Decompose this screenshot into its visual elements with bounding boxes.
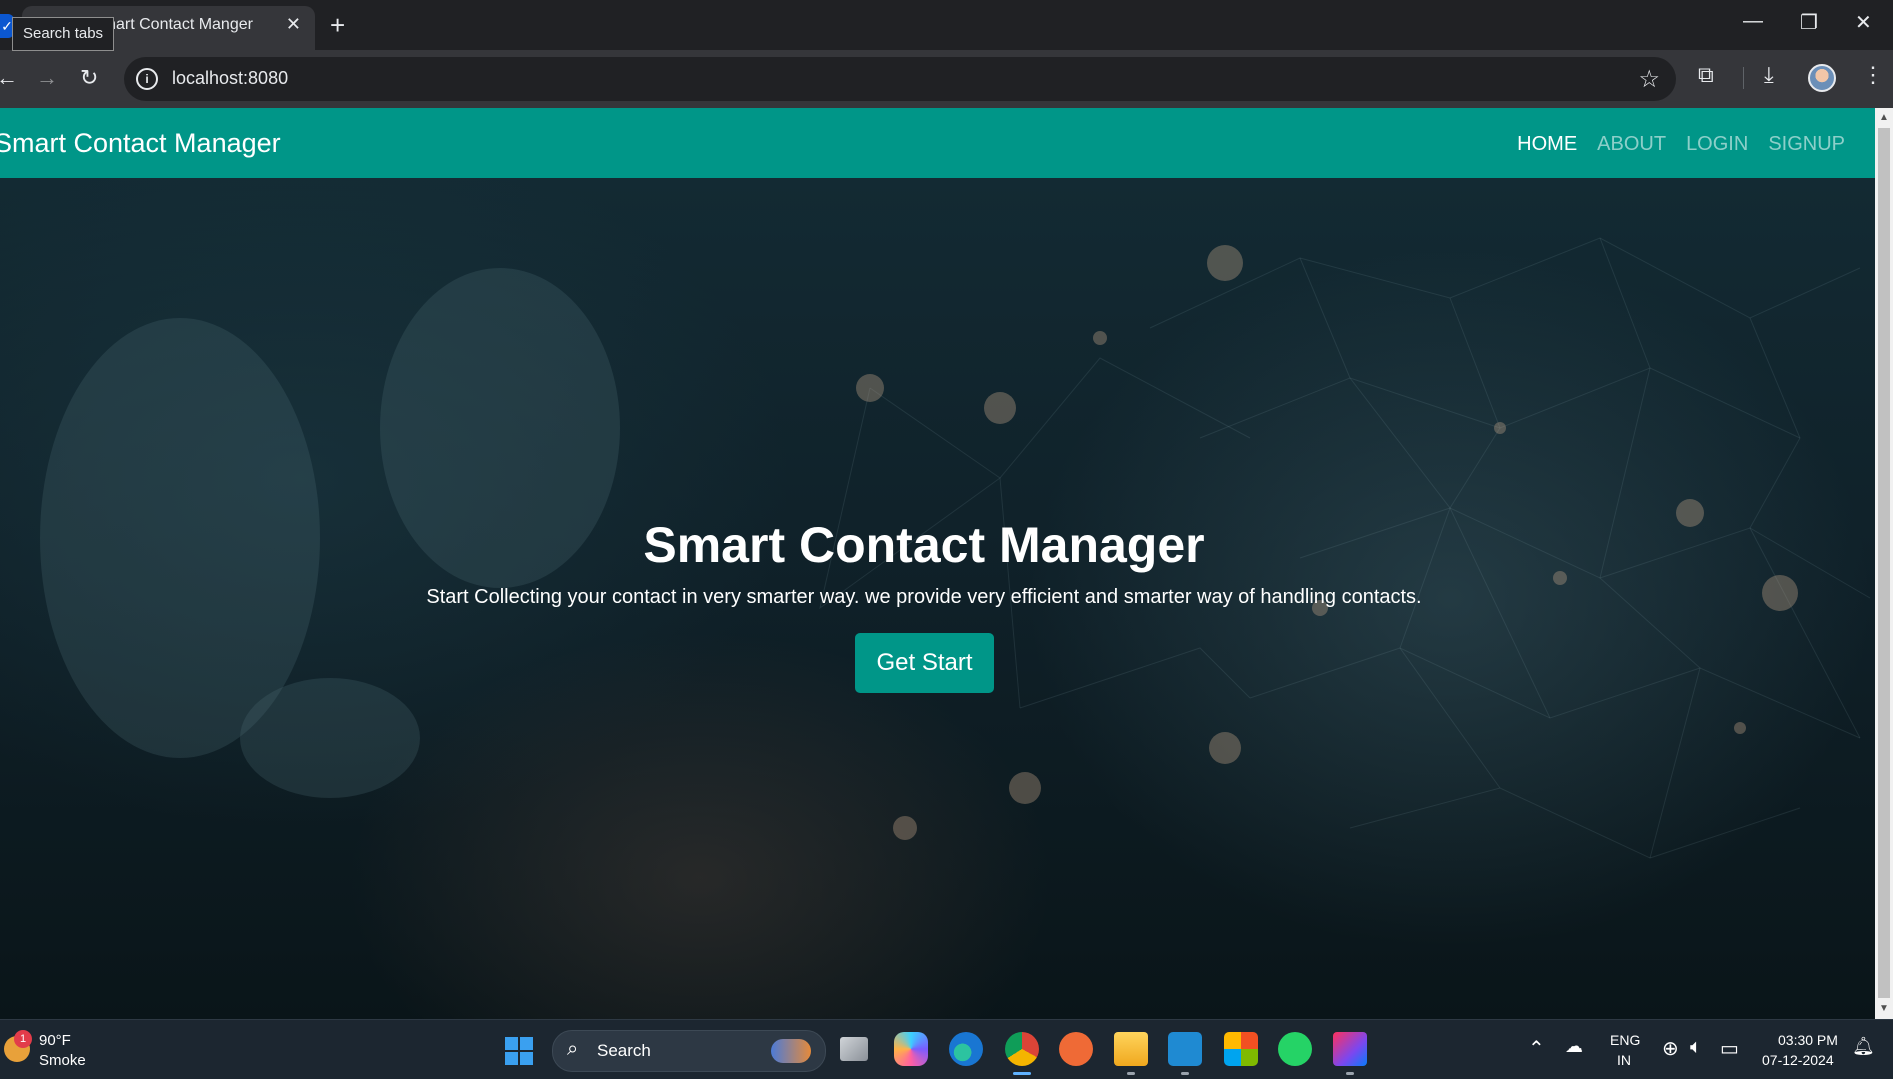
search-tabs-tooltip: Search tabs [12,17,115,51]
hero-subtitle: Start Collecting your contact in very sm… [426,586,1422,608]
extensions-icon[interactable]: ⧉ [1698,62,1714,88]
scrollbar-thumb[interactable] [1878,128,1890,998]
toolbar-divider [1743,67,1744,89]
scroll-down-icon[interactable]: ▼ [1879,1003,1889,1014]
language-indicator-line1[interactable]: ENG [1610,1032,1640,1048]
site-info-icon[interactable]: i [136,68,158,90]
tab-title: Smart Contact Manger [92,16,253,33]
windows-taskbar: 1 90°F Smoke ⌕ Search ⌃ ☁ ENG IN ⊕ 🔈︎ ▭ … [0,1019,1893,1079]
scroll-up-icon[interactable]: ▲ [1879,112,1889,123]
nav-link-home[interactable]: HOME [1517,133,1577,156]
microsoft-store-icon[interactable] [1224,1032,1258,1066]
nav-links: HOME ABOUT LOGIN SIGNUP [1517,133,1845,156]
search-highlight-icon [771,1039,811,1063]
url-text[interactable]: localhost:8080 [172,68,288,89]
notification-bell-icon[interactable]: 🔔︎ [1852,1036,1875,1057]
close-window-button[interactable]: ✕ [1855,10,1872,35]
intellij-running-indicator [1346,1072,1354,1075]
page-viewport: Smart Contact Manager HOME ABOUT LOGIN S… [0,108,1875,1019]
chrome-running-indicator [1013,1072,1031,1075]
minimize-button[interactable]: — [1743,10,1763,33]
browser-toolbar: ← → ↻ i localhost:8080 ☆ ⧉ ⤓ ⋮ [0,50,1893,108]
get-start-button[interactable]: Get Start [855,633,994,693]
volume-icon[interactable]: 🔈︎ [1690,1036,1702,1059]
site-navbar: Smart Contact Manager HOME ABOUT LOGIN S… [0,108,1875,178]
file-explorer-icon[interactable] [1114,1032,1148,1066]
show-hidden-icons-chevron-icon[interactable]: ⌃ [1528,1036,1545,1061]
reload-icon[interactable]: ↻ [80,64,98,92]
nav-link-about[interactable]: ABOUT [1597,133,1666,156]
download-icon[interactable]: ⤓ [1764,62,1774,88]
search-icon: ⌕ [567,1038,579,1060]
weather-condition: Smoke [39,1052,86,1069]
network-icon[interactable]: ⊕ [1662,1036,1679,1061]
intellij-icon[interactable] [1333,1032,1367,1066]
tab-strip: ✓ Smart Contact Manger ✕ Search tabs + —… [0,0,1893,51]
task-view-icon[interactable] [840,1037,868,1061]
vscode-running-indicator [1181,1072,1189,1075]
address-bar[interactable]: i localhost:8080 ☆ [124,57,1676,101]
file-explorer-running-indicator [1127,1072,1135,1075]
edge-icon[interactable] [949,1032,983,1066]
copilot-icon[interactable] [894,1032,928,1066]
onedrive-icon[interactable]: ☁ [1565,1036,1583,1057]
nav-link-signup[interactable]: SIGNUP [1768,133,1845,156]
vscode-icon[interactable] [1168,1032,1202,1066]
clock-date[interactable]: 07-12-2024 [1762,1052,1834,1068]
more-menu-icon[interactable]: ⋮ [1862,62,1884,88]
postman-icon[interactable] [1059,1032,1093,1066]
battery-icon[interactable]: ▭ [1720,1036,1739,1061]
bookmark-star-icon[interactable]: ☆ [1638,65,1660,94]
weather-badge: 1 [14,1030,32,1048]
clock-time[interactable]: 03:30 PM [1778,1032,1838,1048]
nav-link-login[interactable]: LOGIN [1686,133,1748,156]
forward-arrow-icon[interactable]: → [36,64,58,92]
hero-section: Smart Contact Manager Start Collecting y… [0,178,1875,1019]
windows-start-icon[interactable] [505,1037,533,1065]
maximize-button[interactable]: ❐ [1800,10,1818,35]
new-tab-button[interactable]: + [330,10,345,40]
page-scrollbar[interactable]: ▲ ▼ [1875,108,1893,1019]
language-indicator-line2[interactable]: IN [1617,1052,1631,1068]
hero-title: Smart Contact Manager [643,517,1205,573]
back-arrow-icon[interactable]: ← [0,64,18,92]
chrome-icon[interactable] [1005,1032,1039,1066]
navbar-brand[interactable]: Smart Contact Manager [0,128,281,159]
profile-avatar[interactable] [1808,64,1836,92]
taskbar-search[interactable]: ⌕ Search [552,1030,826,1072]
tab-close-icon[interactable]: ✕ [286,14,301,35]
taskbar-search-label: Search [597,1041,651,1060]
whatsapp-icon[interactable] [1278,1032,1312,1066]
weather-temp: 90°F [39,1032,71,1049]
